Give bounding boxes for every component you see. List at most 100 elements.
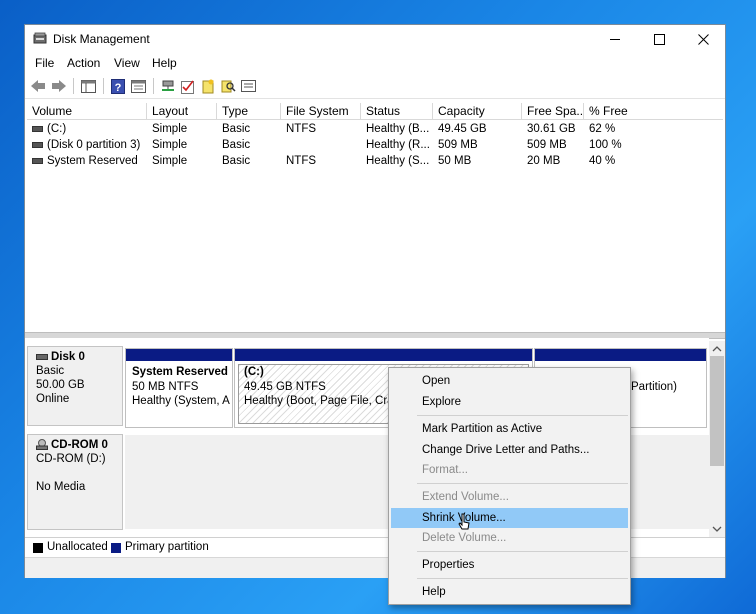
column-header-percent-free[interactable]: % Free: [584, 103, 723, 120]
cell-status: Healthy (S...: [366, 155, 430, 167]
toolbar-separator: [103, 78, 104, 94]
new-icon: [202, 79, 214, 93]
column-header-type[interactable]: Type: [217, 103, 281, 120]
cdrom-state: No Media: [36, 481, 86, 493]
cell-layout: Simple: [152, 123, 188, 135]
table-row[interactable]: (C:) Simple Basic NTFS Healthy (B... 49.…: [27, 121, 723, 137]
forward-button[interactable]: [50, 77, 68, 95]
column-header-layout[interactable]: Layout: [147, 103, 217, 120]
menu-bar: File Action View Help: [25, 53, 725, 73]
menu-item-help[interactable]: Help: [391, 582, 628, 602]
cell-file-system: NTFS: [286, 155, 317, 167]
menu-separator: [417, 578, 628, 579]
partition-status: Partition): [631, 381, 678, 393]
menu-help[interactable]: Help: [152, 56, 177, 70]
forward-icon: [52, 80, 66, 92]
menu-separator: [417, 483, 628, 484]
cell-volume: (C:): [27, 121, 147, 137]
cd-drive-icon: [36, 439, 48, 451]
cell-layout: Simple: [152, 139, 188, 151]
column-header-file-system[interactable]: File System: [281, 103, 361, 120]
partition-name: System Reserved: [132, 366, 228, 378]
menu-item-explore[interactable]: Explore: [391, 392, 628, 412]
column-header-volume[interactable]: Volume: [27, 103, 147, 120]
cell-status: Healthy (B...: [366, 123, 430, 135]
column-header-status[interactable]: Status: [361, 103, 433, 120]
check-button[interactable]: [179, 77, 197, 95]
vertical-scrollbar[interactable]: [709, 341, 725, 537]
toolbar: ?: [25, 74, 725, 99]
menu-view[interactable]: View: [114, 56, 140, 70]
close-icon: [697, 33, 709, 45]
cdrom-0-label[interactable]: CD-ROM 0 CD-ROM (D:) No Media: [27, 434, 123, 530]
list-icon: [240, 80, 256, 92]
connect-button[interactable]: [159, 77, 177, 95]
close-button[interactable]: [681, 25, 725, 53]
mouse-cursor-icon: [458, 513, 470, 530]
disk-0-state: Online: [36, 393, 70, 405]
list-button[interactable]: [239, 77, 257, 95]
menu-item-change-drive-letter[interactable]: Change Drive Letter and Paths...: [391, 440, 628, 460]
maximize-button[interactable]: [637, 25, 681, 53]
back-button[interactable]: [29, 77, 47, 95]
context-menu: Open Explore Mark Partition as Active Ch…: [388, 367, 631, 605]
minimize-icon: [609, 38, 620, 40]
menu-separator: [417, 415, 628, 416]
console-tree-button[interactable]: [79, 77, 97, 95]
svg-text:?: ?: [115, 82, 122, 94]
cell-volume: System Reserved: [27, 153, 147, 169]
cell-percent-free: 40 %: [589, 155, 616, 167]
scroll-thumb[interactable]: [710, 356, 724, 466]
cell-capacity: 49.45 GB: [438, 123, 487, 135]
help-button[interactable]: ?: [109, 77, 127, 95]
cell-type: Basic: [222, 123, 251, 135]
disk-0-label[interactable]: Disk 0 Basic 50.00 GB Online: [27, 346, 123, 426]
minimize-button[interactable]: [593, 25, 637, 53]
cell-file-system: NTFS: [286, 123, 317, 135]
show-hide-console-tree-icon: [80, 79, 96, 93]
disk-management-icon: [33, 32, 47, 44]
menu-item-delete-volume: Delete Volume...: [422, 532, 507, 544]
partition-system-reserved[interactable]: System Reserved 50 MB NTFS Healthy (Syst…: [125, 348, 233, 428]
primary-partition-swatch: [111, 543, 121, 553]
menu-item-format: Format...: [422, 464, 469, 476]
toolbar-separator: [153, 78, 154, 94]
disk-icon: [36, 353, 48, 360]
menu-file[interactable]: File: [35, 56, 54, 70]
menu-item-shrink-volume[interactable]: Shrink Volume...: [391, 508, 628, 528]
column-header-capacity[interactable]: Capacity: [433, 103, 522, 120]
menu-item-properties[interactable]: Properties: [391, 555, 628, 575]
volume-list: Volume Layout Type File System Status Ca…: [27, 103, 723, 331]
connect-icon: [162, 80, 174, 91]
column-header-free-space[interactable]: Free Spa...: [522, 103, 584, 120]
properties-button[interactable]: [129, 77, 147, 95]
new-button[interactable]: [199, 77, 217, 95]
title-bar: Disk Management: [25, 25, 725, 53]
primary-partition-bar: [535, 349, 706, 361]
properties-icon: [130, 79, 146, 93]
menu-action[interactable]: Action: [67, 56, 100, 70]
toolbar-separator: [73, 78, 74, 94]
table-row[interactable]: System Reserved Simple Basic NTFS Health…: [27, 153, 723, 169]
legend-primary-partition: Primary partition: [125, 541, 209, 553]
disk-0-type: Basic: [36, 365, 65, 377]
drive-icon: [32, 141, 43, 148]
menu-separator: [417, 551, 628, 552]
primary-partition-bar: [126, 349, 232, 361]
cell-capacity: 50 MB: [438, 155, 472, 167]
partition-status: Healthy (System, A: [132, 395, 230, 407]
table-row[interactable]: (Disk 0 partition 3) Simple Basic Health…: [27, 137, 723, 153]
search-button[interactable]: [219, 77, 237, 95]
cell-percent-free: 100 %: [589, 139, 622, 151]
back-icon: [31, 80, 45, 92]
scroll-down-icon: [712, 526, 722, 532]
search-icon: [221, 80, 236, 92]
menu-item-mark-active[interactable]: Mark Partition as Active: [391, 419, 628, 439]
unallocated-swatch: [33, 543, 43, 553]
menu-item-open[interactable]: Open: [391, 371, 628, 391]
scroll-up-icon: [712, 346, 722, 352]
legend-unallocated: Unallocated: [47, 541, 108, 553]
cell-free-space: 509 MB: [527, 139, 567, 151]
cell-percent-free: 62 %: [589, 123, 616, 135]
primary-partition-bar: [235, 349, 532, 361]
